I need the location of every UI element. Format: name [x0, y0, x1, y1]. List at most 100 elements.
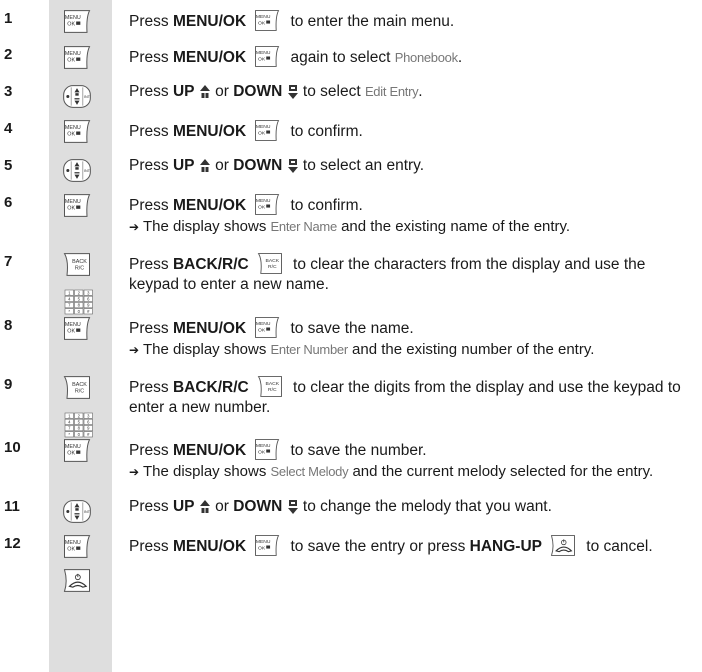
- instruction-text: Press: [129, 379, 173, 396]
- instruction-text: or: [210, 83, 234, 100]
- display-keyword: Enter Name: [270, 219, 338, 234]
- menu-ok-key-icon: MENU OK: [252, 193, 282, 216]
- down-arrow-icon: [287, 500, 298, 519]
- key-name: DOWN: [233, 83, 283, 100]
- back-key-label: BACK: [72, 382, 87, 388]
- instruction-text: Press: [129, 442, 173, 459]
- back-rc-key-icon: BACK R/C: [62, 252, 92, 277]
- navigation-key-icon: INT: [62, 499, 92, 524]
- step-instruction: Press UP or DOWN to change the melody th…: [129, 497, 699, 519]
- step-result: ➔ The display shows Enter Name and the e…: [129, 217, 695, 237]
- instruction-text: The display shows: [142, 463, 271, 480]
- step-result: ➔ The display shows Enter Number and the…: [129, 340, 695, 360]
- menu-ok-key-icon: MENU OK: [62, 119, 92, 144]
- step-number: 12: [4, 535, 21, 552]
- instruction-text: again to select: [286, 49, 395, 66]
- key-name: UP: [172, 83, 195, 100]
- down-arrow-icon: [287, 85, 298, 104]
- menu-key-label: MENU: [256, 443, 271, 449]
- instruction-text: .: [457, 49, 463, 66]
- nav-side-label: INT: [84, 95, 91, 99]
- display-keyword: Select Melody: [270, 464, 349, 479]
- menu-key-label: MENU: [256, 198, 271, 204]
- key-name: MENU/OK: [172, 49, 247, 66]
- instruction-text: Press: [129, 538, 173, 555]
- rc-key-label: R/C: [75, 389, 84, 395]
- menu-key-label: MENU: [65, 51, 81, 57]
- step-instruction: Press MENU/OK MENU OK to save the entry or…: [129, 534, 695, 558]
- ok-key-label: OK: [258, 545, 266, 551]
- menu-ok-key-icon: MENU OK: [252, 438, 282, 461]
- instruction-text: to save the entry or press: [286, 538, 470, 555]
- step-number: 7: [4, 253, 13, 270]
- keypad-icon: 1 2 3 4 5 6 7 8 9 * 0 #: [64, 289, 94, 315]
- back-key-label: BACK: [72, 259, 87, 265]
- step-instruction: Press UP or DOWN to select Edit Entry.: [129, 82, 699, 104]
- display-keyword: Edit Entry: [364, 84, 419, 99]
- instruction-text: to confirm.: [286, 123, 363, 140]
- key-name: MENU/OK: [172, 320, 247, 337]
- instruction-text: and the current melody selected for the …: [348, 463, 654, 480]
- key-name: MENU/OK: [172, 442, 247, 459]
- instruction-text: .: [418, 83, 423, 100]
- key-name: UP: [172, 498, 195, 515]
- navigation-key-icon: INT: [62, 158, 92, 183]
- back-key-label: BACK: [265, 381, 279, 387]
- step-instruction: Press MENU/OK MENU OK to enter the main me…: [129, 9, 699, 32]
- menu-ok-key-icon: MENU OK: [62, 193, 92, 218]
- menu-key-label: MENU: [256, 539, 271, 545]
- ok-key-label: OK: [258, 56, 266, 62]
- step-number: 11: [4, 498, 20, 515]
- up-arrow-icon: [199, 159, 210, 178]
- step-instruction: Press BACK/R/C BACK R/C to clear the chara…: [129, 252, 695, 294]
- menu-ok-key-icon: MENU OK: [62, 534, 92, 559]
- key-name: DOWN: [233, 157, 283, 174]
- instruction-text: [194, 83, 198, 100]
- instruction-text: Press: [129, 498, 173, 515]
- result-arrow-icon: ➔: [129, 343, 140, 357]
- step-number: 10: [4, 439, 21, 456]
- instruction-text: Press: [129, 197, 173, 214]
- instruction-text: Press: [129, 123, 173, 140]
- menu-key-label: MENU: [256, 50, 271, 56]
- instruction-text: or: [210, 157, 234, 174]
- step-number: 6: [4, 194, 13, 211]
- back-rc-key-icon: BACK R/C: [255, 375, 285, 398]
- instruction-text: [282, 498, 286, 515]
- instruction-text: Press: [129, 320, 173, 337]
- menu-ok-key-icon: MENU OK: [62, 45, 92, 70]
- menu-key-label: MENU: [65, 199, 81, 205]
- menu-key-label: MENU: [65, 15, 81, 21]
- up-arrow-icon: [199, 85, 210, 104]
- ok-key-label: OK: [67, 132, 75, 138]
- key-name: BACK/R/C: [172, 379, 249, 396]
- ok-key-label: OK: [258, 449, 266, 455]
- instruction-text: Press: [129, 49, 173, 66]
- menu-ok-key-icon: MENU OK: [252, 316, 282, 339]
- back-rc-key-icon: BACK R/C: [255, 252, 285, 275]
- instruction-text: [282, 83, 286, 100]
- rc-key-label: R/C: [75, 266, 84, 272]
- key-name: MENU/OK: [172, 538, 247, 555]
- back-rc-key-icon: BACK R/C: [62, 375, 92, 400]
- instruction-text: Press: [129, 157, 173, 174]
- key-name: MENU/OK: [172, 13, 247, 30]
- menu-ok-key-icon: MENU OK: [252, 119, 282, 142]
- instruction-text: to enter the main menu.: [286, 13, 455, 30]
- display-keyword: Enter Number: [270, 342, 349, 357]
- instruction-text: Press: [129, 256, 173, 273]
- menu-key-label: MENU: [65, 444, 81, 450]
- step-instruction: Press BACK/R/C BACK R/C to clear the digit…: [129, 375, 695, 417]
- step-result: ➔ The display shows Select Melody and th…: [129, 462, 695, 482]
- instruction-text: The display shows: [142, 341, 271, 358]
- menu-key-label: MENU: [256, 124, 271, 130]
- instruction-text: Press: [129, 13, 173, 30]
- nav-side-label: INT: [84, 510, 91, 514]
- ok-key-label: OK: [258, 204, 266, 210]
- step-number: 2: [4, 46, 13, 63]
- step-instruction: Press MENU/OK MENU OK to save the number.: [129, 438, 699, 461]
- rc-key-label: R/C: [268, 264, 277, 270]
- up-arrow-icon: [199, 500, 210, 519]
- step-instruction: Press MENU/OK MENU OK to save the name.: [129, 316, 699, 339]
- ok-key-label: OK: [67, 58, 75, 64]
